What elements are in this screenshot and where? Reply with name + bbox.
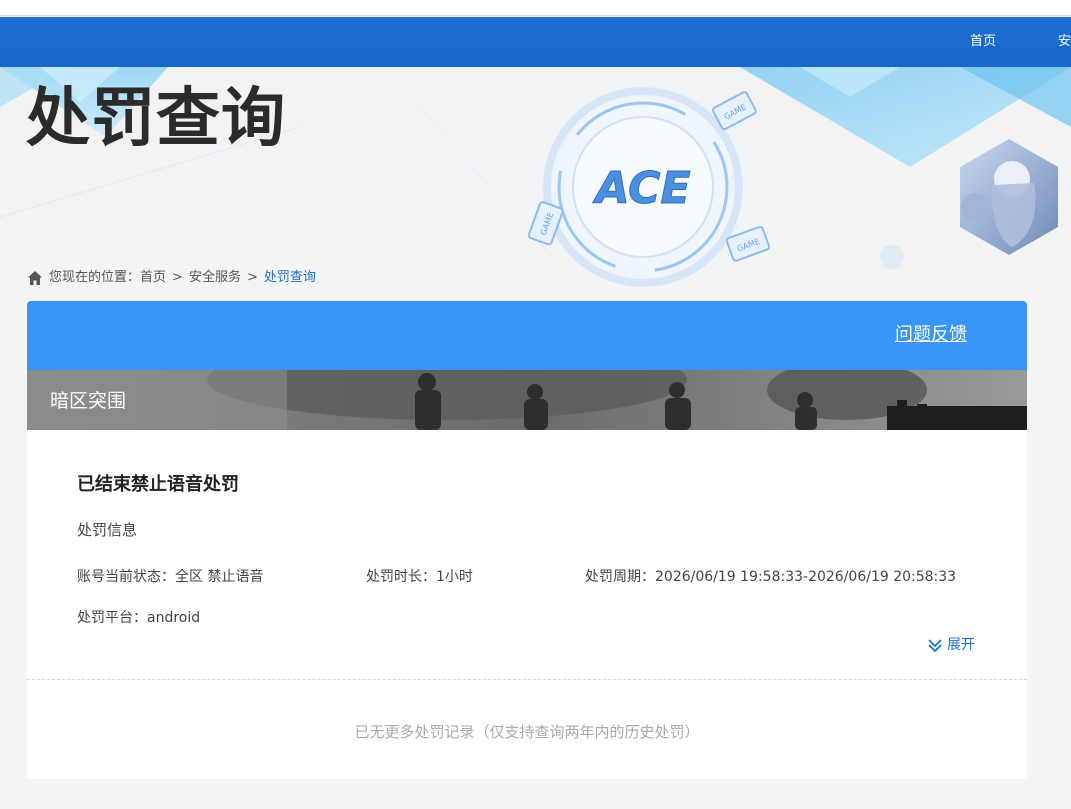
penalty-period-value: 2026/06/19 19:58:33-2026/06/19 20:58:33 [655, 569, 957, 585]
page-title: 处罚查询 [26, 82, 286, 156]
browser-top-strip [0, 0, 1071, 16]
breadcrumb-separator: > [246, 270, 258, 285]
penalty-platform-value: android [147, 610, 201, 626]
dashed-divider [27, 679, 1027, 680]
penalty-period-label: 处罚周期： [585, 569, 655, 585]
game-banner: 暗区突围 [27, 370, 1027, 430]
penalty-duration-field: 处罚时长：1小时 [366, 568, 473, 586]
record-title: 已结束禁止语音处罚 [77, 474, 239, 495]
expand-label: 展开 [947, 637, 975, 653]
feedback-link[interactable]: 问题反馈 [895, 324, 967, 346]
character-portrait [960, 139, 1058, 255]
breadcrumb-current[interactable]: 处罚查询 [264, 269, 316, 287]
account-status-value: 全区 禁止语音 [175, 569, 264, 585]
penalty-platform-field: 处罚平台：android [77, 609, 200, 627]
double-chevron-down-icon [928, 639, 942, 653]
ace-logo: ACE [592, 163, 690, 214]
breadcrumb-prefix: 您现在的位置： [49, 270, 141, 285]
breadcrumb-home-link[interactable]: 首页 [140, 269, 166, 287]
nav-home-link[interactable]: 首页 [970, 34, 996, 50]
account-status-field: 账号当前状态：全区 禁止语音 [77, 568, 263, 586]
penalty-duration-label: 处罚时长： [366, 569, 436, 585]
breadcrumb-separator: > [172, 270, 183, 285]
penalty-period-field: 处罚周期：2026/06/19 19:58:33-2026/06/19 20:5… [585, 568, 956, 586]
penalty-record-card: 已结束禁止语音处罚 处罚信息 账号当前状态：全区 禁止语音 处罚时长：1小时 处… [27, 430, 1027, 779]
game-banner-image [27, 370, 1027, 430]
penalty-info-heading: 处罚信息 [77, 521, 138, 539]
account-status-label: 账号当前状态： [77, 569, 175, 585]
breadcrumb: 您现在的位置： 首页 > 安全服务 > 处罚查询 [27, 269, 316, 287]
expand-button[interactable]: 展开 [927, 636, 975, 654]
game-name: 暗区突围 [50, 390, 127, 412]
breadcrumb-security-link[interactable]: 安全服务 [189, 269, 241, 287]
penalty-duration-value: 1小时 [436, 569, 473, 585]
nav-security-link[interactable]: 安 [1058, 34, 1071, 50]
no-more-records-note: 已无更多处罚记录（仅支持查询两年内的历史处罚） [354, 723, 700, 741]
penalty-platform-label: 处罚平台： [77, 610, 147, 626]
top-navbar: 首页 安 [0, 17, 1071, 67]
query-panel-header: 问题反馈 [27, 301, 1027, 370]
home-icon [28, 271, 42, 285]
